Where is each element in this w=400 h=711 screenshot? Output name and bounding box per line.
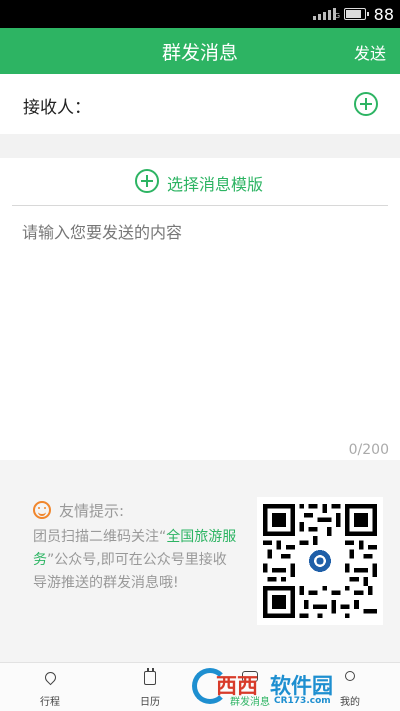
recipient-row: 接收人： [0, 74, 400, 134]
header-bar: 群发消息 发送 [0, 28, 400, 74]
recipient-label: 接收人： [23, 98, 91, 118]
message-area: 0/200 [0, 207, 400, 460]
tips-text-before: 团员扫描二维码关注“ [33, 529, 167, 545]
message-input[interactable] [22, 219, 382, 439]
watermark-url: CR173.com [274, 696, 331, 706]
calendar-icon [144, 668, 156, 685]
battery-level: 88 [373, 5, 394, 24]
watermark: 西西 软件园 CR173.com [188, 664, 388, 708]
smile-icon [33, 501, 51, 519]
section-divider [0, 134, 400, 158]
signal-icon [313, 8, 336, 20]
location-pin-icon [42, 669, 59, 686]
template-label: 选择消息模版 [167, 175, 264, 194]
char-counter: 0/200 [348, 442, 389, 458]
template-selector[interactable]: 选择消息模版 [12, 158, 388, 206]
battery-icon [344, 8, 369, 20]
tips-text-after: ”公众号,即可在公众号里接收导游推送的群发消息哦! [33, 552, 227, 591]
watermark-brand-a: 西西 [216, 674, 258, 698]
qr-code [257, 497, 383, 625]
tab-calendar-label: 日历 [140, 697, 160, 708]
tab-itinerary[interactable]: 行程 [0, 663, 100, 711]
tips-title: 友情提示: [59, 502, 125, 520]
send-button[interactable]: 发送 [354, 40, 386, 64]
add-template-icon [135, 169, 159, 193]
page-title: 群发消息 [161, 42, 238, 64]
network-type: G [334, 12, 340, 20]
add-recipient-icon[interactable] [354, 92, 378, 116]
status-bar: G 88 [0, 0, 400, 28]
tips-text: 团员扫描二维码关注“全国旅游服务”公众号,即可在公众号里接收导游推送的群发消息哦… [33, 526, 238, 595]
tab-calendar[interactable]: 日历 [100, 663, 200, 711]
tab-itinerary-label: 行程 [40, 697, 60, 708]
